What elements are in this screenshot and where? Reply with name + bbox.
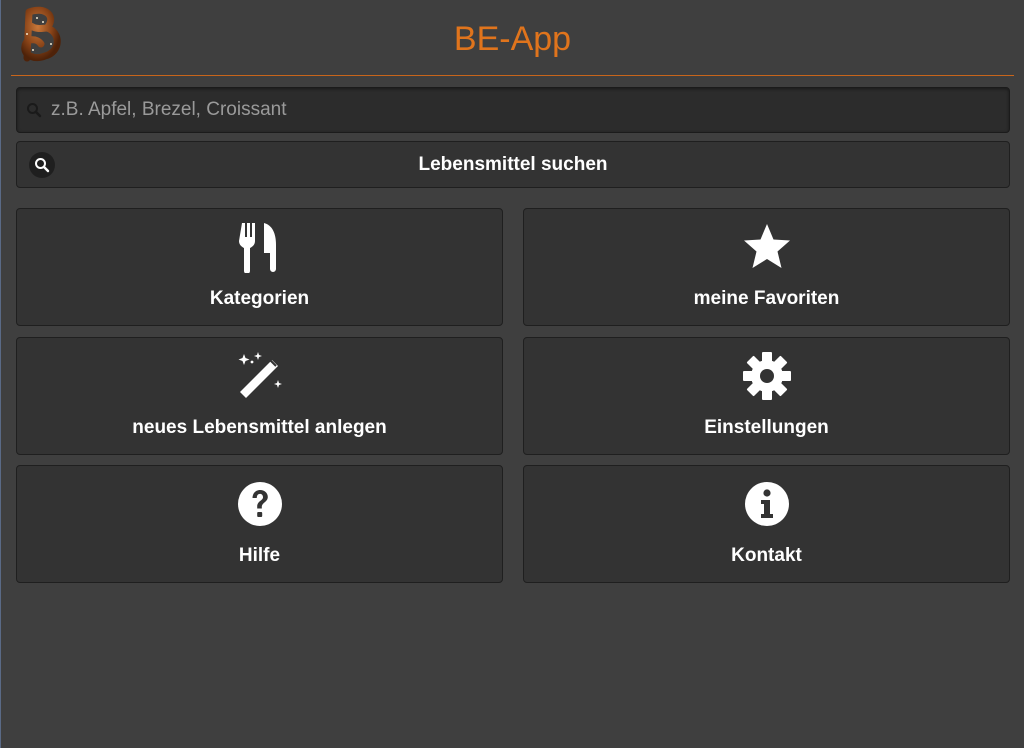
magic-wand-icon (238, 352, 282, 398)
search-icon (27, 103, 42, 118)
search-button[interactable]: Lebensmittel suchen (16, 141, 1010, 188)
gear-icon (742, 352, 791, 400)
star-icon (743, 224, 790, 268)
search-button-label: Lebensmittel suchen (418, 154, 608, 175)
tile-label: Einstellungen (704, 417, 829, 438)
tile-label: neues Lebensmittel anlegen (132, 417, 387, 438)
app-header: BE-App (11, 0, 1014, 76)
tile-kategorien[interactable]: Kategorien (16, 208, 503, 326)
tile-label: meine Favoriten (693, 288, 840, 309)
search-field[interactable] (16, 87, 1010, 133)
question-circle-icon (237, 482, 282, 526)
app-title: BE-App (453, 20, 572, 58)
info-circle-icon (744, 482, 789, 526)
tile-label: Kategorien (209, 288, 310, 309)
tile-label: Kontakt (731, 545, 802, 566)
fork-knife-icon (238, 223, 276, 273)
tile-neues-lebensmittel[interactable]: neues Lebensmittel anlegen (16, 337, 503, 455)
tile-kontakt[interactable]: Kontakt (523, 465, 1010, 583)
tile-favoriten[interactable]: meine Favoriten (523, 208, 1010, 326)
search-icon (29, 152, 55, 178)
app-page: BE-App Lebensmittel suchen Kategorien (0, 0, 1024, 748)
tile-einstellungen[interactable]: Einstellungen (523, 337, 1010, 455)
tile-label: Hilfe (238, 545, 281, 566)
tile-hilfe[interactable]: Hilfe (16, 465, 503, 583)
search-input[interactable] (51, 88, 991, 132)
